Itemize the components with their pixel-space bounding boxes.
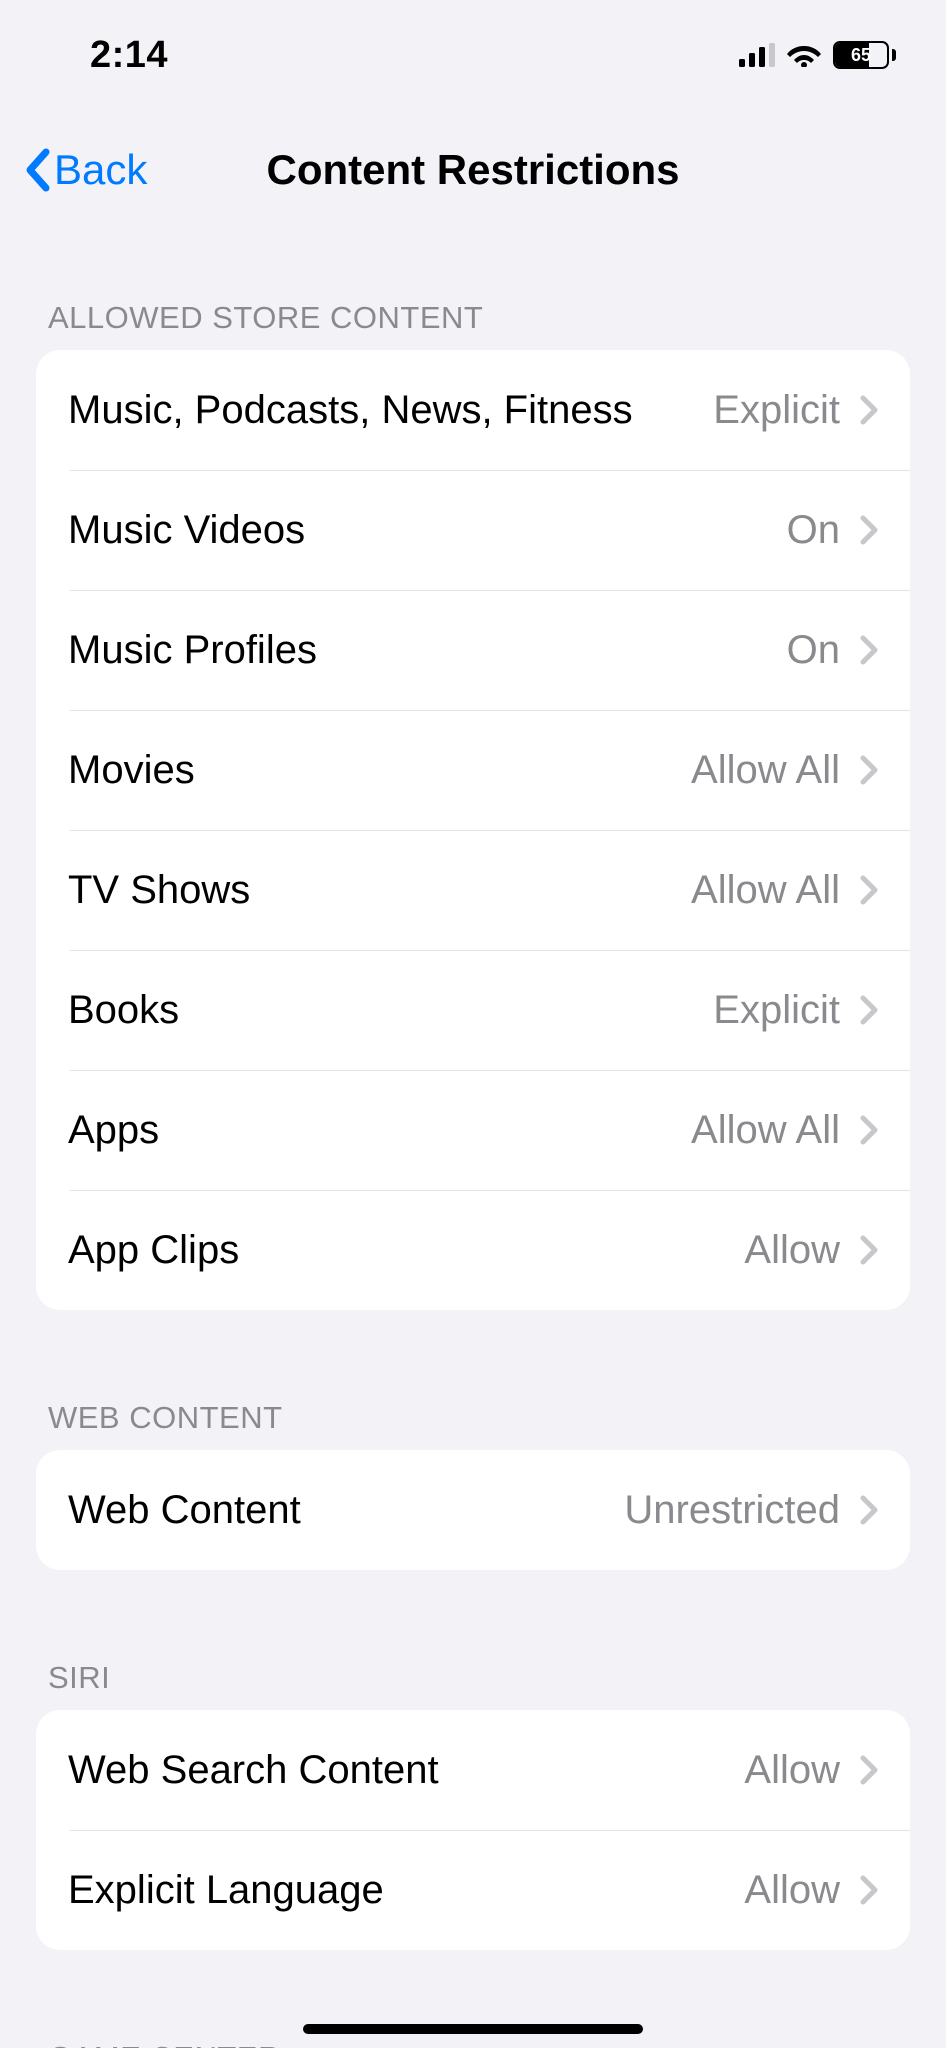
row-label: Web Search Content [68, 1748, 728, 1793]
chevron-right-icon [860, 635, 878, 665]
chevron-right-icon [860, 875, 878, 905]
chevron-right-icon [860, 1235, 878, 1265]
row-value: Allow [744, 1868, 840, 1913]
row-app-clips[interactable]: App Clips Allow [36, 1190, 910, 1310]
chevron-right-icon [860, 755, 878, 785]
row-label: Music, Podcasts, News, Fitness [68, 388, 697, 433]
chevron-right-icon [860, 995, 878, 1025]
row-value: Allow All [691, 1108, 840, 1153]
status-bar: 2:14 65 [0, 0, 946, 110]
row-value: Allow [744, 1748, 840, 1793]
settings-list[interactable]: ALLOWED STORE CONTENT Music, Podcasts, N… [0, 230, 946, 2048]
row-label: App Clips [68, 1228, 728, 1273]
row-music-profiles[interactable]: Music Profiles On [36, 590, 910, 710]
status-time: 2:14 [90, 34, 168, 77]
chevron-right-icon [860, 395, 878, 425]
row-label: Music Profiles [68, 628, 771, 673]
section-header-store: ALLOWED STORE CONTENT [0, 230, 946, 350]
back-label: Back [54, 146, 147, 194]
row-label: TV Shows [68, 868, 675, 913]
row-value: Explicit [713, 388, 840, 433]
chevron-right-icon [860, 1495, 878, 1525]
row-value: Allow All [691, 748, 840, 793]
row-value: On [787, 508, 840, 553]
row-books[interactable]: Books Explicit [36, 950, 910, 1070]
section-header-web: WEB CONTENT [0, 1310, 946, 1450]
row-value: On [787, 628, 840, 673]
back-button[interactable]: Back [24, 146, 147, 194]
group-web: Web Content Unrestricted [36, 1450, 910, 1570]
row-explicit-language[interactable]: Explicit Language Allow [36, 1830, 910, 1950]
row-tv-shows[interactable]: TV Shows Allow All [36, 830, 910, 950]
nav-bar: Back Content Restrictions [0, 110, 946, 230]
row-movies[interactable]: Movies Allow All [36, 710, 910, 830]
row-music-videos[interactable]: Music Videos On [36, 470, 910, 590]
section-header-siri: SIRI [0, 1570, 946, 1710]
row-label: Apps [68, 1108, 675, 1153]
row-value: Allow [744, 1228, 840, 1273]
chevron-left-icon [24, 148, 52, 192]
chevron-right-icon [860, 1755, 878, 1785]
row-music-podcasts-news-fitness[interactable]: Music, Podcasts, News, Fitness Explicit [36, 350, 910, 470]
status-icons: 65 [739, 41, 896, 69]
row-label: Books [68, 988, 697, 1033]
row-label: Music Videos [68, 508, 771, 553]
row-value: Unrestricted [624, 1488, 840, 1533]
battery-icon: 65 [833, 41, 896, 69]
group-siri: Web Search Content Allow Explicit Langua… [36, 1710, 910, 1950]
row-value: Allow All [691, 868, 840, 913]
wifi-icon [787, 43, 821, 67]
row-value: Explicit [713, 988, 840, 1033]
chevron-right-icon [860, 1875, 878, 1905]
row-label: Explicit Language [68, 1868, 728, 1913]
row-label: Web Content [68, 1488, 608, 1533]
chevron-right-icon [860, 515, 878, 545]
row-apps[interactable]: Apps Allow All [36, 1070, 910, 1190]
home-indicator[interactable] [303, 2024, 643, 2034]
cellular-icon [739, 43, 775, 67]
row-web-search-content[interactable]: Web Search Content Allow [36, 1710, 910, 1830]
row-web-content[interactable]: Web Content Unrestricted [36, 1450, 910, 1570]
chevron-right-icon [860, 1115, 878, 1145]
group-store: Music, Podcasts, News, Fitness Explicit … [36, 350, 910, 1310]
row-label: Movies [68, 748, 675, 793]
